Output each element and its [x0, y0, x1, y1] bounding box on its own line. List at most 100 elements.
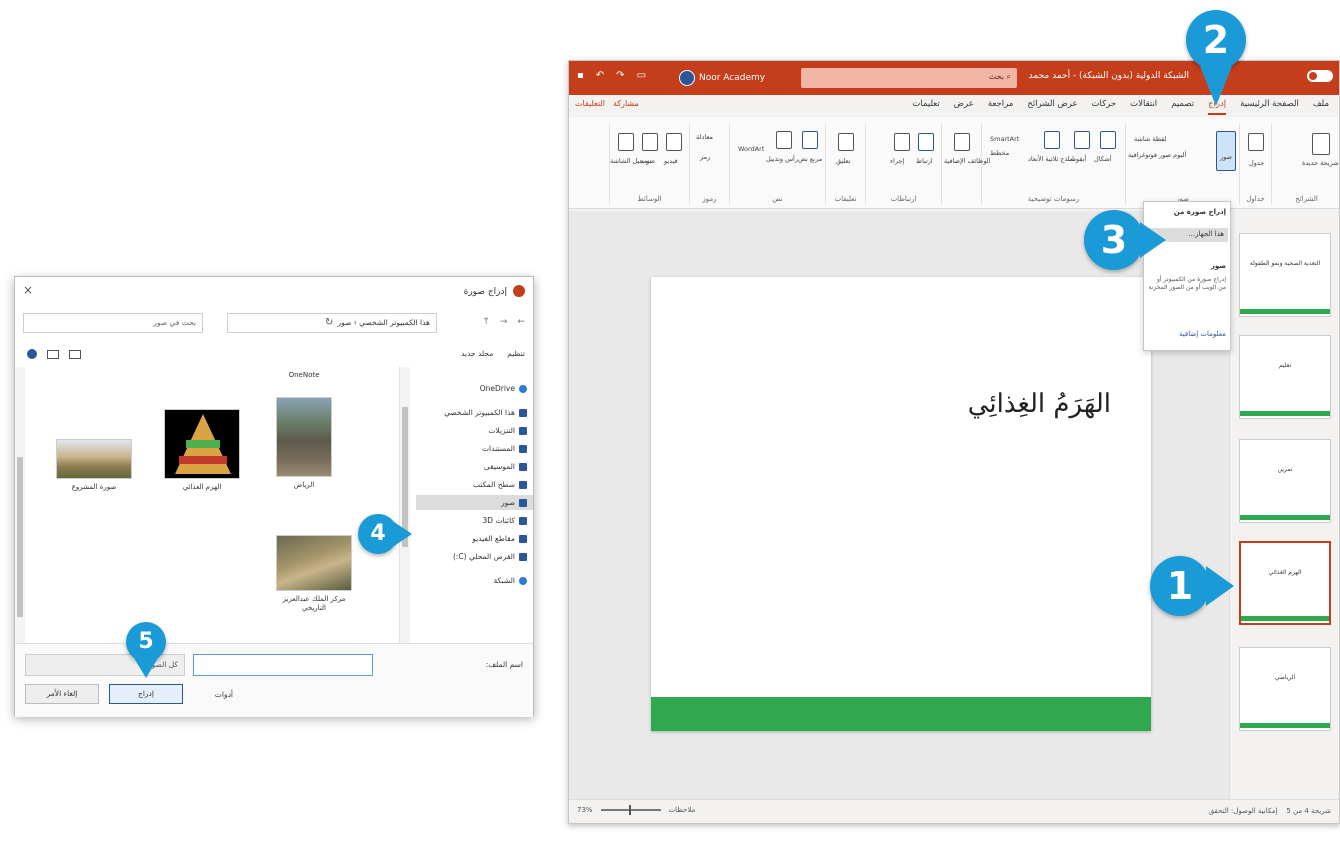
slide-thumbnail-2[interactable]: تعليم [1239, 335, 1331, 419]
tab-design[interactable]: تصميم [1171, 99, 1194, 115]
up-icon[interactable]: ↑ [482, 317, 490, 327]
textbox-icon[interactable] [802, 131, 818, 149]
file-scrollbar[interactable] [15, 367, 25, 643]
shapes-icon[interactable] [1100, 131, 1116, 149]
folder-search-input[interactable]: بحث في صور [23, 313, 203, 333]
forward-icon[interactable]: → [500, 317, 508, 327]
slide-thumbnail-5[interactable]: الرياضي [1239, 647, 1331, 731]
notes-button[interactable]: ملاحظات [669, 806, 696, 814]
view-options-icon[interactable] [69, 349, 81, 359]
cancel-button[interactable]: إلغاء الأمر [25, 684, 99, 704]
nav-item-desktop[interactable]: سطح المكتب [416, 477, 527, 492]
redo-icon[interactable]: ↷ [616, 70, 624, 81]
pyramid-band [186, 440, 220, 448]
file-scroll-thumb[interactable] [17, 457, 23, 617]
photo-album-button[interactable]: ألبوم صور فوتوغرافية [1128, 151, 1186, 159]
preview-pane-icon[interactable] [47, 349, 59, 359]
new-folder-button[interactable]: مجلد جديد [461, 349, 493, 358]
slide-title[interactable]: الهَرَمُ الغِذائِي [968, 389, 1111, 419]
back-icon[interactable]: ← [517, 317, 525, 327]
nav-item-documents[interactable]: المستندات [416, 441, 527, 456]
link-icon[interactable] [918, 133, 934, 151]
nav-item-network[interactable]: الشبكة [416, 573, 527, 588]
icons-icon[interactable] [1074, 131, 1090, 149]
organize-button[interactable]: تنظيم [507, 349, 525, 358]
avatar[interactable] [679, 70, 695, 86]
tab-help[interactable]: تعليمات [912, 99, 939, 115]
file-item-riyadh[interactable]: الرياض [261, 397, 347, 490]
group-comments: تعليق تعليقات [825, 123, 865, 205]
chart-button[interactable]: مخطط [990, 149, 1009, 157]
nav-scrollbar[interactable] [400, 367, 410, 643]
file-item-king-abdulaziz-center[interactable]: مركز الملك عبدالعزيز التاريخي [271, 535, 357, 613]
group-images: صور لقطة شاشة ألبوم صور فوتوغرافية صور [1125, 123, 1239, 205]
zoom-level[interactable]: 73% [577, 806, 593, 814]
nav-item-music[interactable]: الموسيقى [416, 459, 527, 474]
accessibility-status[interactable]: إمكانية الوصول: التحقق [1209, 807, 1278, 815]
models-3d-icon[interactable] [1044, 131, 1060, 149]
group-text: مربع نص رأس وتذييل WordArt نص [729, 123, 825, 205]
group-links-label: ارتباطات [890, 195, 917, 203]
group-illustrations-label: رسومات توضيحية [1027, 195, 1080, 203]
insert-button[interactable]: إدراج [109, 684, 183, 704]
new-slide-icon[interactable] [1312, 133, 1330, 155]
filetype-select[interactable]: كل الصور [25, 654, 185, 676]
comments-button[interactable]: التعليقات [575, 99, 605, 108]
help-icon[interactable] [27, 349, 37, 359]
zoom-slider[interactable] [600, 805, 661, 815]
tab-file[interactable]: ملف [1313, 99, 1329, 115]
present-icon[interactable]: ▭ [637, 70, 646, 81]
header-footer-icon[interactable] [776, 131, 792, 149]
action-icon[interactable] [894, 133, 910, 151]
slide-thumbnail-3[interactable]: تمرين [1239, 439, 1331, 523]
group-slides-label: الشرائح [1295, 195, 1318, 203]
tab-home[interactable]: الصفحة الرئيسية [1240, 99, 1299, 115]
callout-3-arrow [1140, 222, 1166, 258]
share-button[interactable]: مشاركة [613, 99, 639, 108]
filename-input[interactable] [193, 654, 373, 676]
nav-item-pictures[interactable]: صور [416, 495, 533, 510]
file-item-project-image[interactable]: صورة المشروع [51, 439, 137, 492]
slide-thumbnail-1[interactable]: التغذية الصحية ونمو الطفولة [1239, 233, 1331, 317]
nav-item-local-disk[interactable]: القرص المحلي (C:) [416, 549, 527, 564]
nav-item-onedrive[interactable]: OneDrive [416, 381, 527, 396]
refresh-icon[interactable]: ↻ [325, 317, 333, 328]
symbol-button[interactable]: رمز [700, 153, 710, 161]
table-label: جدول [1249, 159, 1265, 167]
tab-review[interactable]: مراجعة [988, 99, 1014, 115]
tab-animations[interactable]: حركات [1092, 99, 1117, 115]
table-icon[interactable] [1248, 133, 1264, 151]
tab-transitions[interactable]: انتقالات [1130, 99, 1157, 115]
close-icon[interactable]: × [23, 283, 33, 297]
save-icon[interactable]: ▪ [577, 70, 584, 81]
equation-button[interactable]: معادلة [696, 133, 713, 141]
account[interactable]: Noor Academy [679, 70, 765, 86]
comment-icon[interactable] [838, 133, 854, 151]
nav-item-downloads[interactable]: التنزيلات [416, 423, 527, 438]
addins-icon[interactable] [954, 133, 970, 151]
screen-recording-icon[interactable] [618, 133, 634, 151]
current-slide[interactable]: الهَرَمُ الغِذائِي [651, 277, 1151, 731]
wordart-button[interactable]: WordArt [738, 145, 764, 153]
autosave-toggle[interactable] [1307, 70, 1333, 82]
video-icon[interactable] [666, 133, 682, 151]
more-info-link[interactable]: معلومات إضافية [1179, 330, 1226, 338]
audio-icon[interactable] [642, 133, 658, 151]
nav-item-this-pc[interactable]: هذا الكمبيوتر الشخصي [416, 405, 527, 420]
nav-item-videos[interactable]: مقاطع الفيديو [416, 531, 527, 546]
tab-slideshow[interactable]: عرض الشرائح [1027, 99, 1077, 115]
cloud-icon [519, 384, 527, 393]
tab-view[interactable]: عرض [954, 99, 974, 115]
thumbnail-text: تمرين [1277, 466, 1293, 473]
smartart-button[interactable]: SmartArt [990, 135, 1019, 143]
nav-item-3d-objects[interactable]: كائنات 3D [416, 513, 527, 528]
images-button[interactable] [1216, 131, 1236, 171]
undo-icon[interactable]: ↶ [596, 70, 604, 81]
group-text-label: نص [772, 195, 783, 203]
tools-dropdown[interactable]: أدوات [215, 690, 233, 699]
folder-onenote[interactable]: OneNote [261, 367, 347, 380]
slide-thumbnail-4[interactable]: الهرم الغذائي [1239, 541, 1331, 625]
screenshot-button[interactable]: لقطة شاشة [1134, 135, 1167, 143]
search-input[interactable]: ⌕ بحث [801, 68, 1017, 88]
file-item-food-pyramid[interactable]: الهرم الغذائي [159, 409, 245, 492]
